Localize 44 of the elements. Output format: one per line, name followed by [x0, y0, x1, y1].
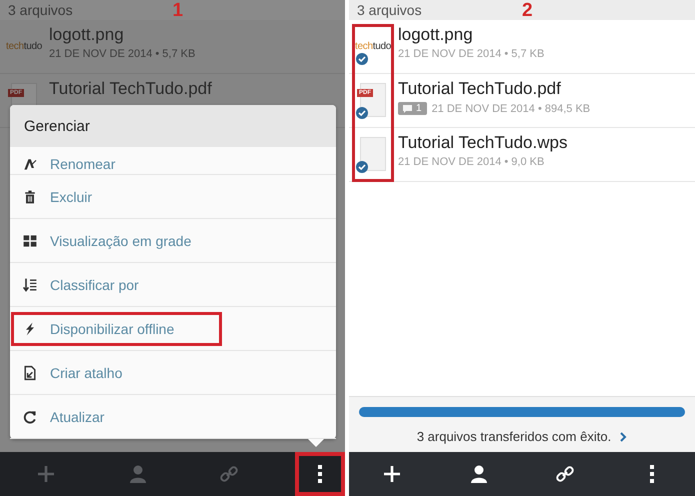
menu-item-label[interactable]: Criar atalho	[50, 364, 122, 380]
plus-icon	[36, 464, 56, 484]
shortcut-icon	[22, 364, 38, 380]
file-row[interactable]: techtudo logott.png 21 DE NOV DE 2014 • 5,7 KB	[349, 21, 695, 74]
step-number: 1	[172, 0, 184, 22]
refresh-icon	[22, 408, 38, 424]
menu-item-label[interactable]: Renomear	[50, 156, 116, 172]
person-icon	[128, 464, 148, 484]
sort-icon	[22, 276, 38, 292]
link-icon	[555, 464, 576, 484]
trash-icon	[22, 188, 38, 204]
logo-thumbnail: techtudo	[6, 40, 42, 52]
plus-icon	[382, 464, 402, 484]
file-count: 3 arquivos	[357, 2, 422, 18]
file-details: 21 DE NOV DE 2014 • 9,0 KB	[398, 156, 544, 168]
file-row[interactable]: Tutorial TechTudo.wps 21 DE NOV DE 2014 • 9,0 KB	[349, 129, 695, 182]
logo-thumbnail: techtudo	[355, 40, 391, 52]
file-details: 21 DE NOV DE 2014 • 894,5 KB	[432, 102, 590, 114]
file-name: Tutorial TechTudo.wps	[398, 133, 568, 153]
toolbar-button[interactable]	[295, 452, 345, 496]
more-icon	[650, 465, 654, 483]
grid-icon	[22, 232, 38, 248]
file-details: 21 DE NOV DE 2014 • 5,7 KB	[49, 48, 196, 60]
comment-badge: 1	[398, 102, 427, 115]
menu-item-label[interactable]: Classificar por	[50, 276, 139, 292]
menu-item-label[interactable]: Disponibilizar offline	[50, 320, 174, 336]
transfer-message[interactable]: 3 arquivos transferidos com êxito.	[416, 429, 612, 444]
menu-item-label[interactable]: Excluir	[50, 188, 92, 204]
file-name: Tutorial TechTudo.pdf	[49, 79, 212, 99]
more-icon	[318, 465, 322, 483]
menu-item-label[interactable]: Atualizar	[50, 408, 104, 424]
file-name: logott.png	[49, 25, 125, 45]
file-name: logott.png	[398, 25, 474, 45]
step-number: 2	[522, 0, 533, 22]
file-row[interactable]: techtudo logott.png 21 DE NOV DE 2014 • 5,7 KB	[0, 21, 345, 74]
link-icon	[219, 464, 240, 484]
file-name: Tutorial TechTudo.pdf	[398, 79, 562, 99]
person-icon	[468, 464, 489, 484]
pencil-icon	[22, 156, 38, 172]
chevron-right-icon[interactable]	[619, 432, 628, 442]
file-icon	[360, 137, 386, 171]
file-details: 21 DE NOV DE 2014 • 5,7 KB	[398, 48, 544, 60]
menu-item-label[interactable]: Visualização em grade	[50, 232, 192, 248]
file-count: 3 arquivos	[8, 2, 73, 18]
